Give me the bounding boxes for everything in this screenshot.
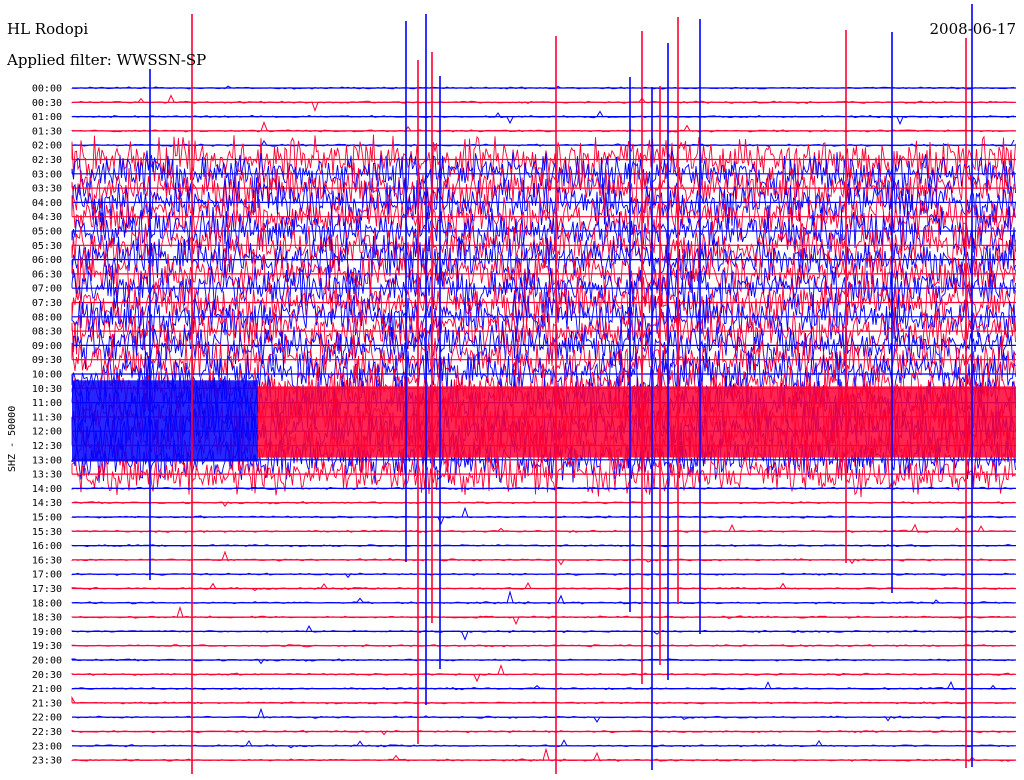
time-tick-label: 06:30 — [32, 269, 62, 280]
time-tick-label: 14:30 — [32, 498, 62, 509]
time-tick-label: 02:30 — [32, 155, 62, 166]
time-tick-label: 23:30 — [32, 756, 62, 767]
helicorder-plot: 00:00 00:30 01:00 01:30 02:00 02:30 03:00 03:30… — [32, 4, 1016, 774]
time-tick-label: 10:00 — [32, 370, 62, 381]
time-tick-label: 10:30 — [32, 384, 62, 395]
trace-row — [71, 506, 1015, 526]
time-tick-label: 13:00 — [32, 455, 62, 466]
time-tick-label: 15:30 — [32, 527, 62, 538]
time-tick-label: 21:00 — [32, 684, 62, 695]
channel-axis-label: SHZ - 50000 — [7, 405, 18, 472]
time-tick-label: 20:00 — [32, 656, 62, 667]
filter-line: Applied filter: WWSSN-SP — [7, 52, 206, 68]
time-tick-label: 15:00 — [32, 513, 62, 524]
trace-row — [71, 110, 1015, 126]
time-tick-label: 03:30 — [32, 184, 62, 195]
time-tick-label: 07:00 — [32, 284, 62, 295]
time-tick-label: 17:30 — [32, 584, 62, 595]
time-tick-label: 16:30 — [32, 555, 62, 566]
trace-row — [71, 625, 1015, 641]
trace-row — [71, 707, 1015, 723]
saturated-block — [72, 380, 258, 462]
time-tick-label: 00:30 — [32, 98, 62, 109]
time-tick-label: 03:00 — [32, 169, 62, 180]
time-tick-label: 22:30 — [32, 727, 62, 738]
filter-label: Applied filter: — [7, 51, 112, 69]
time-tick-label: 17:00 — [32, 570, 62, 581]
time-tick-label: 18:30 — [32, 613, 62, 624]
time-tick-label: 09:00 — [32, 341, 62, 352]
time-tick-label: 13:30 — [32, 470, 62, 481]
filter-name: WWSSN-SP — [116, 51, 207, 69]
time-tick-label: 20:30 — [32, 670, 62, 681]
record-date: 2008-06-17 — [929, 20, 1016, 38]
trace-row — [71, 663, 1015, 683]
time-tick-label: 11:30 — [32, 412, 62, 423]
trace-row — [71, 94, 1015, 112]
trace-row — [71, 739, 1015, 749]
time-tick-label: 04:00 — [32, 198, 62, 209]
time-tick-label: 01:30 — [32, 126, 62, 137]
saturated-block — [258, 386, 1016, 458]
time-tick-label: 22:00 — [32, 713, 62, 724]
time-tick-label: 08:00 — [32, 312, 62, 323]
time-tick-label: 12:30 — [32, 441, 62, 452]
time-tick-label: 23:00 — [32, 741, 62, 752]
time-tick-label: 05:00 — [32, 227, 62, 238]
time-tick-label: 07:30 — [32, 298, 62, 309]
time-tick-label: 11:00 — [32, 398, 62, 409]
time-tick-label: 21:30 — [32, 698, 62, 709]
time-tick-label: 09:30 — [32, 355, 62, 366]
station-title: HL Rodopi — [7, 20, 89, 38]
time-tick-label: 02:00 — [32, 141, 62, 152]
time-tick-label: 01:00 — [32, 112, 62, 123]
time-tick-label: 16:00 — [32, 541, 62, 552]
time-tick-label: 19:30 — [32, 641, 62, 652]
time-tick-label: 12:00 — [32, 427, 62, 438]
time-tick-label: 18:00 — [32, 598, 62, 609]
time-tick-label: 04:30 — [32, 212, 62, 223]
trace-row — [71, 550, 1015, 566]
trace-row — [71, 605, 1015, 626]
time-tick-label: 05:30 — [32, 241, 62, 252]
time-tick-label: 19:00 — [32, 627, 62, 638]
trace-row — [71, 581, 1015, 592]
time-tick-label: 14:00 — [32, 484, 62, 495]
time-tick-label: 08:30 — [32, 327, 62, 338]
time-tick-label: 06:00 — [32, 255, 62, 266]
time-tick-label: 00:00 — [32, 84, 62, 95]
